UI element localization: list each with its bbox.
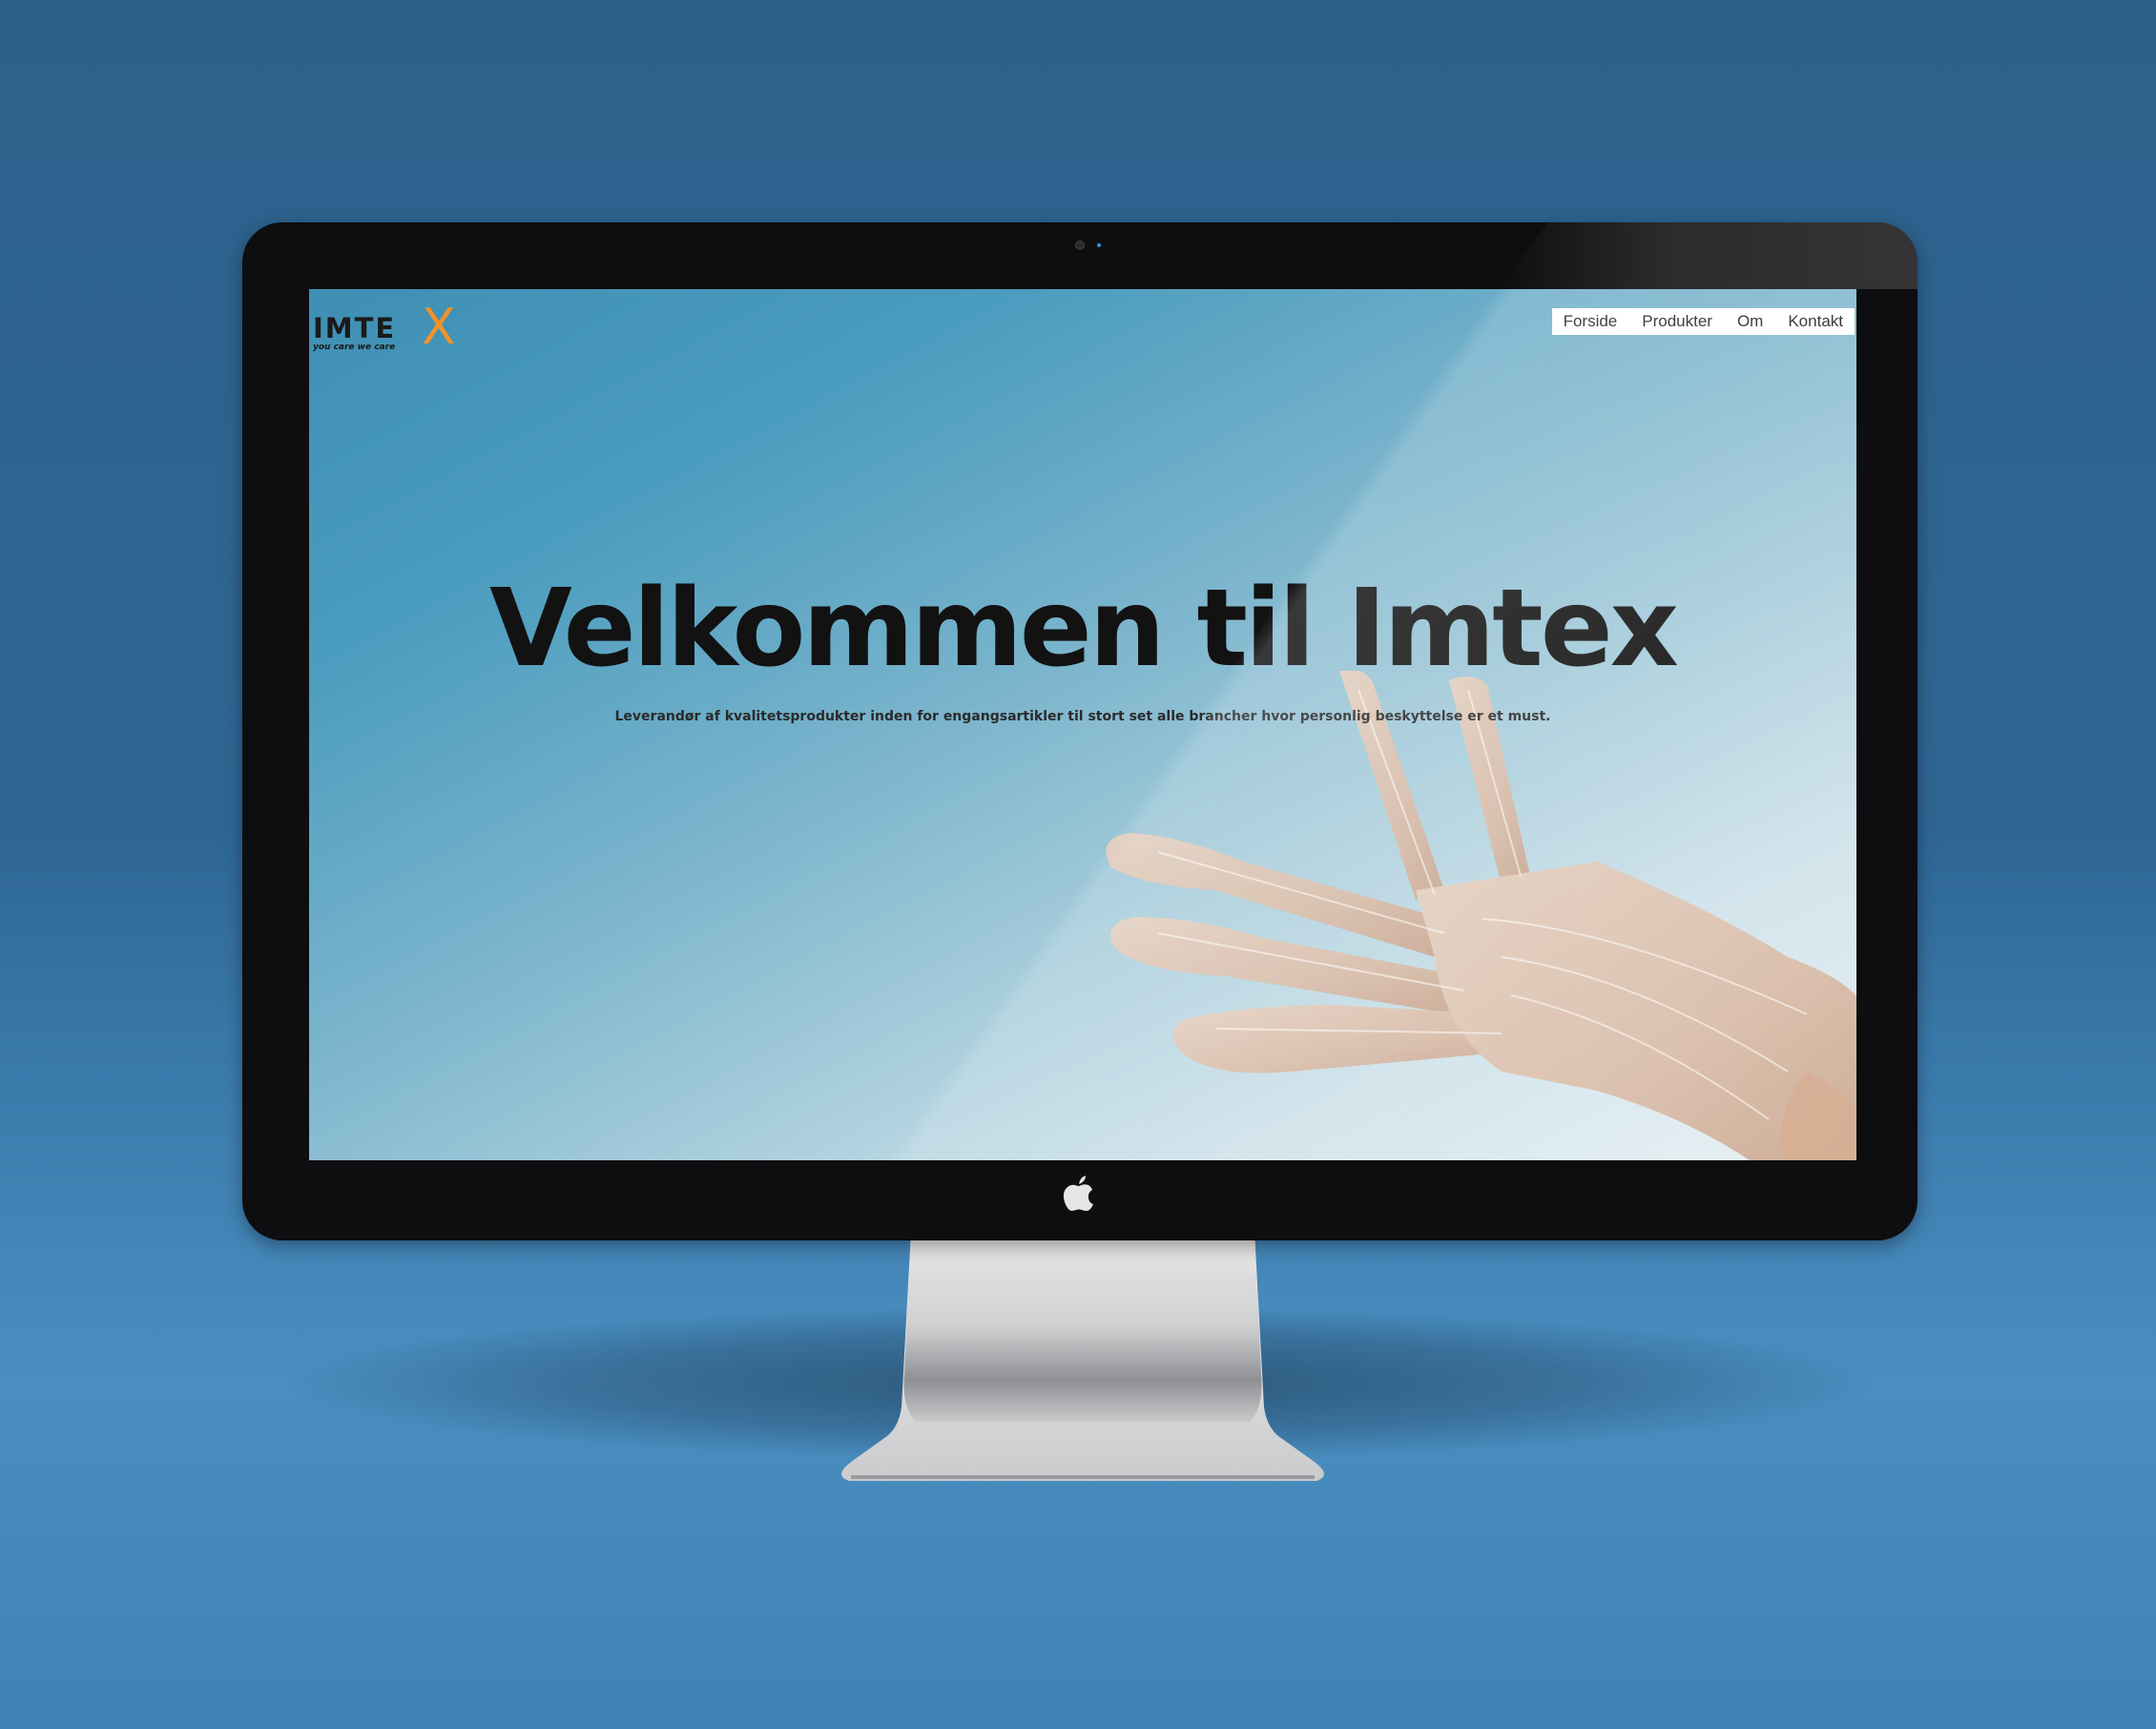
site-logo[interactable]: IMTE X you care we care: [309, 299, 462, 358]
bezel-gloss: [1498, 222, 1918, 289]
logo-tagline: you care we care: [313, 343, 396, 352]
main-nav: Forside Produkter Om Kontakt: [1551, 308, 1855, 335]
monitor-stand: [841, 1231, 1324, 1481]
nav-item-kontakt[interactable]: Kontakt: [1788, 312, 1843, 331]
website-screen: IMTE X you care we care Forside Produkte…: [309, 289, 1856, 1160]
nav-item-produkter[interactable]: Produkter: [1642, 312, 1712, 331]
monitor: IMTE X you care we care Forside Produkte…: [242, 222, 1918, 1240]
logo-x-mark: X: [422, 299, 456, 356]
camera-led-icon: [1097, 243, 1101, 247]
gloved-hand-image: [1106, 671, 1856, 1160]
nav-item-om[interactable]: Om: [1737, 312, 1763, 331]
logo-wordmark: IMTE: [313, 312, 397, 344]
apple-logo-icon: [1063, 1176, 1093, 1211]
hero-subtitle: Leverandør af kvalitetsprodukter inden f…: [614, 709, 1551, 724]
camera-icon: [1075, 240, 1085, 250]
nav-item-forside[interactable]: Forside: [1564, 312, 1618, 331]
hero-title: Velkommen til Imtex: [489, 567, 1679, 691]
